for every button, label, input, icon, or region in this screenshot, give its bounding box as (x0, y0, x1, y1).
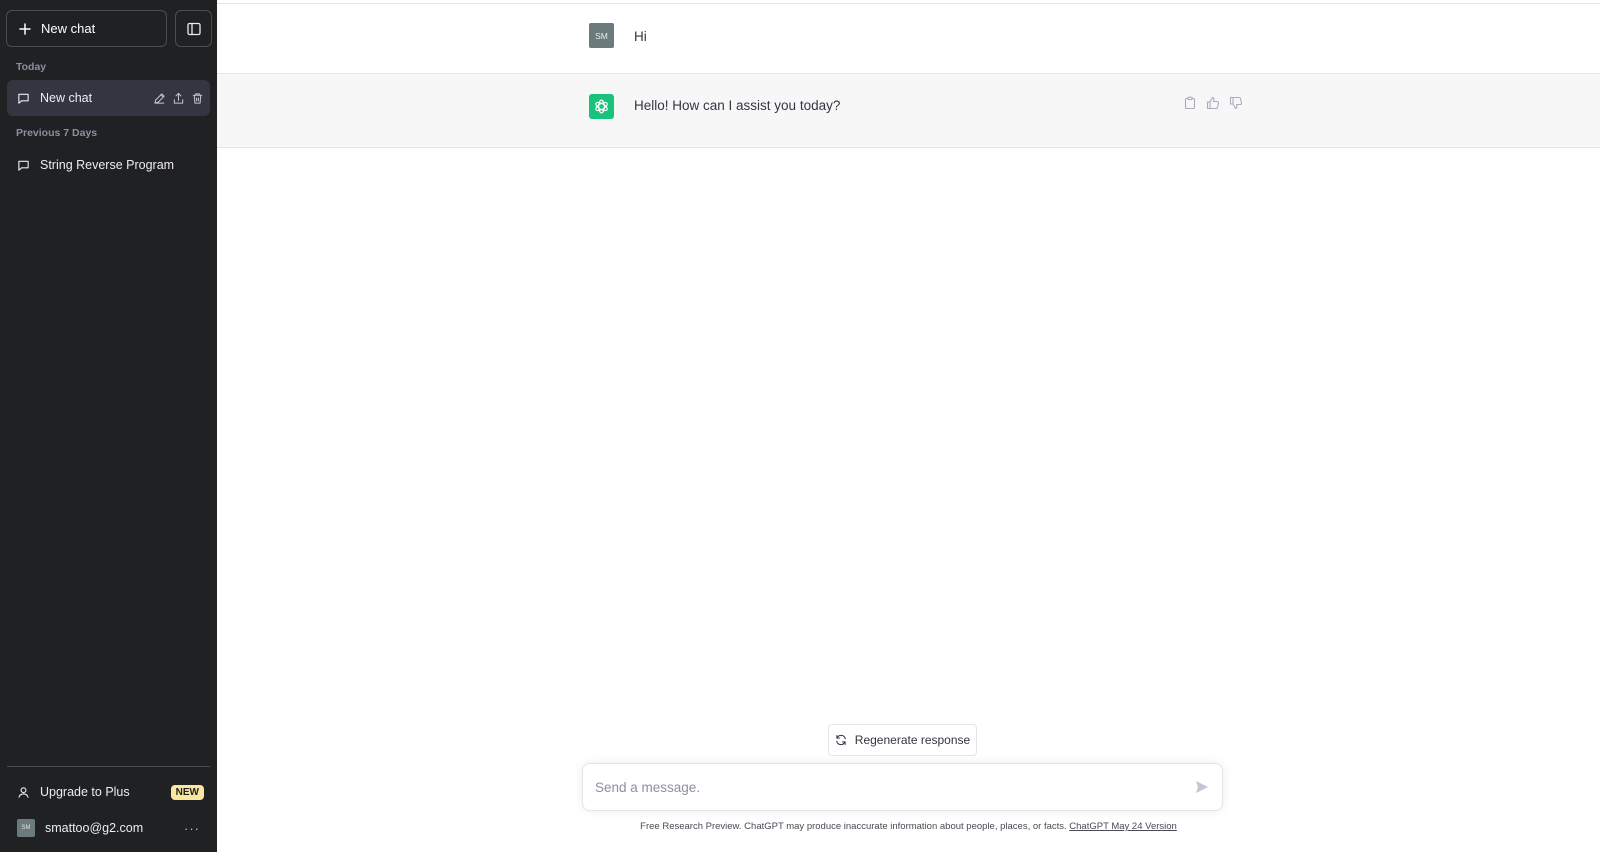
section-label-previous: Previous 7 Days (16, 127, 98, 139)
upgrade-label: Upgrade to Plus (40, 785, 130, 799)
openai-logo-icon (589, 94, 614, 119)
user-message-row: SM Hi (217, 4, 1600, 74)
assistant-message-row: Hello! How can I assist you today? (217, 74, 1600, 148)
section-label-today: Today (16, 61, 47, 73)
message-actions (1183, 96, 1243, 110)
user-icon (18, 786, 29, 798)
pencil-icon[interactable] (153, 92, 166, 105)
version-link[interactable]: ChatGPT May 24 Version (1069, 821, 1177, 832)
plus-icon (19, 22, 31, 35)
footer-text: Free Research Preview. ChatGPT may produ… (640, 821, 1070, 832)
assistant-message-text: Hello! How can I assist you today? (634, 98, 841, 113)
regenerate-label: Regenerate response (854, 733, 971, 747)
sidebar: New chat Today New chat Previous 7 Days … (0, 0, 217, 852)
clipboard-icon[interactable] (1183, 96, 1197, 110)
sidebar-divider (7, 766, 210, 767)
user-message-text: Hi (634, 29, 647, 44)
footer-disclaimer: Free Research Preview. ChatGPT may produ… (217, 821, 1600, 832)
refresh-icon (835, 734, 846, 746)
sidebar-toggle-icon (186, 22, 201, 35)
send-icon[interactable] (1194, 779, 1210, 795)
chat-bubble-icon (18, 160, 29, 171)
sidebar-item-label: String Reverse Program (40, 158, 175, 172)
thumbs-up-icon[interactable] (1206, 96, 1220, 110)
regenerate-button[interactable]: Regenerate response (828, 724, 977, 756)
user-email: smattoo@g2.com (45, 821, 144, 835)
sidebar-item-string-reverse[interactable]: String Reverse Program (7, 147, 210, 183)
thumbs-down-icon[interactable] (1229, 96, 1243, 110)
message-composer (582, 763, 1223, 811)
new-chat-label: New chat (41, 21, 96, 36)
upgrade-button[interactable]: Upgrade to Plus NEW (7, 775, 210, 809)
new-badge: NEW (170, 784, 204, 800)
message-input[interactable] (595, 779, 1194, 795)
trash-icon[interactable] (191, 92, 204, 105)
sidebar-item-new-chat[interactable]: New chat (7, 80, 210, 116)
avatar: SM (17, 819, 35, 837)
share-icon[interactable] (172, 92, 185, 105)
item-actions (153, 92, 210, 105)
more-dots-icon[interactable]: ··· (184, 821, 200, 836)
new-chat-button[interactable]: New chat (6, 10, 167, 47)
sidebar-item-label: New chat (40, 91, 93, 105)
sidebar-toggle-button[interactable] (175, 10, 212, 47)
user-avatar: SM (589, 23, 614, 48)
chat-main: SM Hi Hello! How can I assist you today?… (217, 0, 1600, 852)
chat-bubble-icon (18, 93, 29, 104)
user-menu-button[interactable]: SM smattoo@g2.com ··· (7, 811, 210, 845)
sidebar-top: New chat (6, 10, 212, 47)
